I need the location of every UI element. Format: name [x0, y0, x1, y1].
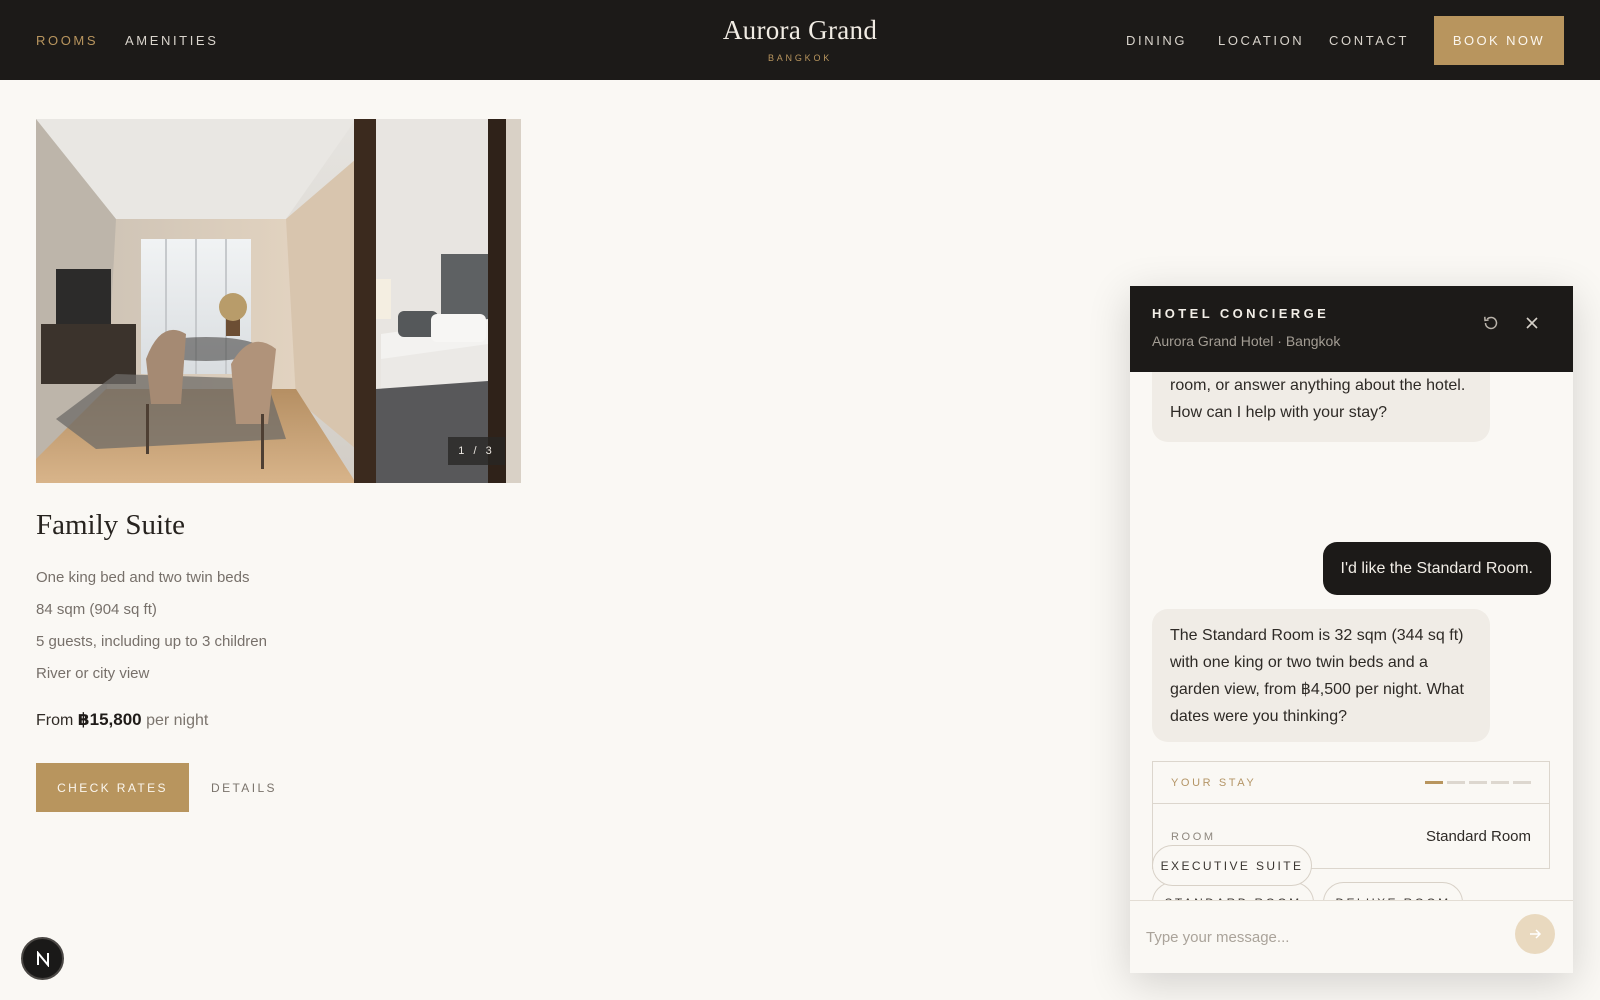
room-title: Family Suite [36, 509, 186, 541]
feature-item: 5 guests, including up to 3 children [36, 633, 267, 650]
chat-input-bar [1130, 900, 1573, 973]
brand-subtitle: BANGKOK [767, 53, 833, 63]
price-amount: ฿15,800 [77, 710, 142, 729]
feature-item: River or city view [36, 665, 150, 682]
nav-link-contact[interactable]: CONTACT [1329, 0, 1409, 80]
top-nav: ROOMS AMENITIES Aurora Grand BANGKOK DIN… [0, 0, 1600, 80]
nav-link-rooms[interactable]: ROOMS [36, 0, 98, 80]
stay-label: YOUR STAY [1171, 776, 1257, 789]
stay-room-key: ROOM [1171, 830, 1216, 843]
stay-card-header: YOUR STAY [1153, 762, 1549, 804]
room-photo[interactable]: 1 / 3 [36, 119, 521, 483]
user-message: I'd like the Standard Room. [1322, 542, 1551, 595]
close-chat-button[interactable] [1519, 310, 1545, 336]
feature-item: 84 sqm (904 sq ft) [36, 601, 157, 618]
room-price: From ฿15,800 per night [36, 710, 208, 730]
room-features: One king bed and two twin beds 84 sqm (9… [36, 566, 267, 694]
chat-messages[interactable]: room, or answer anything about the hotel… [1130, 372, 1573, 900]
n-logo-icon [36, 950, 49, 967]
progress-step [1447, 781, 1465, 784]
check-rates-button[interactable]: CHECK RATES [36, 763, 189, 812]
close-icon [1526, 317, 1538, 329]
chat-header: HOTEL CONCIERGE Aurora Grand Hotel · Ban… [1130, 286, 1573, 372]
send-button[interactable] [1515, 914, 1555, 954]
progress-step [1491, 781, 1509, 784]
room-photo-image [36, 119, 521, 483]
price-unit: per night [146, 712, 209, 729]
chat-subtitle: Aurora Grand Hotel · Bangkok [1152, 333, 1341, 349]
book-now-button[interactable]: BOOK NOW [1434, 16, 1564, 65]
brand-title: Aurora Grand [722, 15, 878, 45]
nav-link-location[interactable]: LOCATION [1218, 0, 1304, 80]
progress-step [1469, 781, 1487, 784]
arrow-right-icon [1530, 929, 1542, 939]
progress-step [1513, 781, 1531, 784]
bot-message: The Standard Room is 32 sqm (344 sq ft) … [1152, 609, 1490, 742]
reset-chat-button[interactable] [1478, 310, 1504, 336]
nav-link-amenities[interactable]: AMENITIES [125, 0, 218, 80]
nav-link-dining[interactable]: DINING [1126, 0, 1187, 80]
price-prefix: From [36, 712, 74, 729]
bot-message: room, or answer anything about the hotel… [1152, 372, 1490, 442]
dev-badge-button[interactable] [21, 937, 64, 980]
chip-executive-suite[interactable]: EXECUTIVE SUITE [1152, 845, 1312, 886]
brand-logo[interactable]: Aurora Grand BANGKOK [650, 14, 950, 63]
chip-deluxe-room[interactable]: DELUXE ROOM [1323, 882, 1463, 900]
details-link[interactable]: DETAILS [211, 763, 277, 812]
chat-message-input[interactable] [1146, 919, 1486, 955]
refresh-icon [1484, 316, 1498, 330]
chat-title: HOTEL CONCIERGE [1152, 306, 1330, 321]
concierge-chat: HOTEL CONCIERGE Aurora Grand Hotel · Ban… [1130, 286, 1573, 973]
photo-counter: 1 / 3 [448, 437, 505, 465]
feature-item: One king bed and two twin beds [36, 569, 250, 586]
progress-step [1425, 781, 1443, 784]
stay-room-value: Standard Room [1425, 828, 1531, 845]
stay-progress-steps [1425, 781, 1531, 784]
